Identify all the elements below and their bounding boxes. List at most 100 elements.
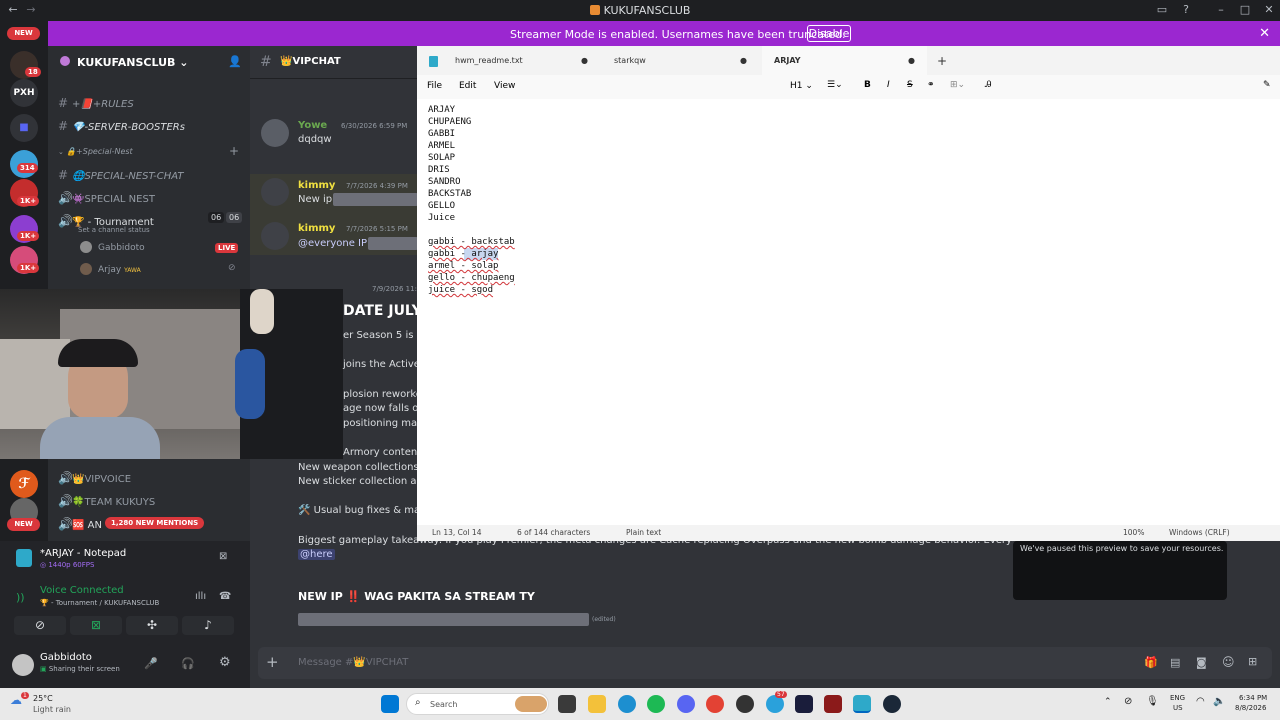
new-unread-pill[interactable]: NEW xyxy=(7,518,40,531)
voice-location[interactable]: 🏆 - Tournament / KUKUFANSCLUB xyxy=(40,599,159,607)
close-window-icon[interactable]: ✕ xyxy=(1262,3,1276,17)
activities-button[interactable]: ✣ xyxy=(126,616,178,635)
list-icon[interactable]: ☰⌄ xyxy=(827,80,843,90)
emoji-icon[interactable]: ☺ xyxy=(1222,655,1235,669)
tab-starkqw[interactable]: starkqw ● xyxy=(602,46,759,75)
steam-icon[interactable] xyxy=(883,695,901,713)
copilot-icon[interactable]: ✎ xyxy=(1263,80,1271,90)
table-icon[interactable]: ⊞⌄ xyxy=(950,80,965,90)
settings-gear-icon[interactable]: ⚙ xyxy=(219,655,231,670)
fnatic-server-icon[interactable]: ℱ xyxy=(10,470,38,498)
here-mention[interactable]: @here xyxy=(298,549,335,560)
volume-icon[interactable]: 🔈 xyxy=(1213,696,1225,707)
language-code[interactable]: ENG xyxy=(1170,694,1185,702)
avatar[interactable] xyxy=(261,119,289,147)
gif-icon[interactable]: ▤ xyxy=(1170,656,1180,669)
text-format[interactable]: Plain text xyxy=(626,528,661,537)
bold-icon[interactable]: B xyxy=(864,80,871,90)
voice-user-arjay[interactable]: Arjay YAWA xyxy=(98,265,141,275)
new-unread-pill[interactable]: NEW xyxy=(7,27,40,40)
voice-user-gabbidoto[interactable]: Gabbidoto xyxy=(98,243,145,253)
channel-team-kukuys[interactable]: 🔊🍀TEAM KUKUYS xyxy=(58,494,155,508)
voice-status[interactable]: Voice Connected xyxy=(40,585,124,596)
message-author[interactable]: kimmy xyxy=(298,223,335,234)
edge-icon[interactable] xyxy=(618,695,636,713)
hidden-spoiler[interactable] xyxy=(298,613,589,626)
message-author[interactable]: kimmy xyxy=(298,180,335,191)
apps-icon[interactable]: ⊞ xyxy=(1248,655,1257,668)
chrome-icon[interactable] xyxy=(706,695,724,713)
channel-special-nest[interactable]: 🔊👾SPECIAL NEST xyxy=(58,191,155,205)
strikethrough-icon[interactable]: S xyxy=(907,80,913,90)
avatar[interactable] xyxy=(12,654,34,676)
heading-select[interactable]: H1 ⌄ xyxy=(790,81,813,91)
channel-vipvoice[interactable]: 🔊👑VIPVOICE xyxy=(58,471,131,485)
stop-stream-icon[interactable]: ⊠ xyxy=(219,551,227,562)
tab-hwm-readme[interactable]: hwm_readme.txt ● xyxy=(443,46,600,75)
zoom-level[interactable]: 100% xyxy=(1123,528,1144,537)
link-icon[interactable]: ⚭ xyxy=(927,80,935,90)
help-icon[interactable]: ? xyxy=(1179,3,1193,17)
avatar[interactable] xyxy=(261,222,289,250)
temperature[interactable]: 25°C xyxy=(33,694,53,703)
clock-time[interactable]: 6:34 PM xyxy=(1239,694,1267,702)
menu-file[interactable]: File xyxy=(427,81,442,91)
activity-title[interactable]: *ARJAY - Notepad xyxy=(40,548,126,559)
server-icon-pxh[interactable]: PXH xyxy=(10,79,38,107)
headphones-icon[interactable]: 🎧 xyxy=(181,657,195,670)
maximize-icon[interactable]: □ xyxy=(1238,3,1252,17)
taskbar-search[interactable]: ⌕ Search xyxy=(406,693,549,715)
menu-view[interactable]: View xyxy=(494,81,515,91)
line-ending[interactable]: Windows (CRLF) xyxy=(1169,528,1230,537)
new-tab-icon[interactable]: + xyxy=(937,54,947,68)
channel-rules[interactable]: # +📕+RULES xyxy=(58,96,134,110)
soundboard-button[interactable]: ♪ xyxy=(182,616,234,635)
tab-arjay[interactable]: ARJAY ● xyxy=(762,46,927,75)
network-icon[interactable]: ⊘ xyxy=(1124,696,1132,707)
weather-description[interactable]: Light rain xyxy=(33,705,71,714)
gift-icon[interactable]: 🎁 xyxy=(1144,656,1158,669)
italic-icon[interactable]: I xyxy=(887,80,890,90)
sticker-icon[interactable]: ◙ xyxy=(1196,656,1207,669)
clear-format-icon[interactable]: Ꭿ xyxy=(985,80,992,90)
channel-server-boosters[interactable]: # 💎-SERVER-BOOSTERs xyxy=(58,119,185,133)
noise-suppression-icon[interactable]: ıllı xyxy=(195,591,206,602)
add-member-icon[interactable]: 👤 xyxy=(228,55,242,68)
inbox-icon[interactable]: ▭ xyxy=(1155,3,1169,17)
microphone-icon[interactable]: 🎤 xyxy=(144,657,158,670)
obs-icon[interactable] xyxy=(736,695,754,713)
visual-studio-icon[interactable] xyxy=(795,695,813,713)
close-banner-icon[interactable]: ✕ xyxy=(1259,26,1270,41)
folder-icon[interactable]: ■ xyxy=(10,114,38,142)
channel-special-nest-chat[interactable]: # 🌐SPECIAL-NEST-CHAT xyxy=(58,168,183,182)
disconnect-icon[interactable]: ☎ xyxy=(219,591,231,602)
notepad-text-area[interactable]: ARJAY CHUPAENG GABBI ARMEL SOLAP DRIS SANDRO BA… xyxy=(428,104,515,296)
game-launcher-icon[interactable] xyxy=(824,695,842,713)
start-icon[interactable] xyxy=(381,695,399,713)
channel-status[interactable]: Set a channel status xyxy=(78,226,150,234)
hidden-spoiler[interactable] xyxy=(368,237,418,250)
camera-toggle-button[interactable]: ⊘ xyxy=(14,616,66,635)
clock-date[interactable]: 8/8/2026 xyxy=(1235,704,1266,712)
avatar[interactable] xyxy=(261,178,289,206)
file-explorer-icon[interactable] xyxy=(588,695,606,713)
region-code[interactable]: US xyxy=(1173,704,1183,712)
minimize-icon[interactable]: – xyxy=(1214,3,1228,17)
hidden-spoiler[interactable] xyxy=(333,193,418,206)
server-name[interactable]: KUKUFANSCLUB ⌄ xyxy=(77,56,188,69)
username[interactable]: Gabbidoto xyxy=(40,652,92,663)
new-mentions-pill[interactable]: 1,280 NEW MENTIONS xyxy=(105,517,205,529)
notepad-taskbar-icon[interactable] xyxy=(853,695,871,713)
message-author[interactable]: Yowe xyxy=(298,120,327,131)
category-special-nest[interactable]: ⌄ 🔒+Special-Nest xyxy=(58,147,133,156)
disable-streamer-mode-button[interactable]: Disable xyxy=(807,25,851,42)
add-channel-icon[interactable]: + xyxy=(229,144,239,158)
spotify-icon[interactable] xyxy=(647,695,665,713)
screen-share-button[interactable]: ⊠ xyxy=(70,616,122,635)
task-view-icon[interactable] xyxy=(558,695,576,713)
discord-icon[interactable] xyxy=(677,695,695,713)
tray-chevron-icon[interactable]: ⌃ xyxy=(1104,697,1112,707)
channel-truncated[interactable]: 🔊🆘 AN xyxy=(58,517,102,531)
message-composer[interactable]: + Message #👑VIPCHAT 🎁 ▤ ◙ ☺ ⊞ xyxy=(258,647,1272,679)
add-attachment-icon[interactable]: + xyxy=(266,653,279,671)
